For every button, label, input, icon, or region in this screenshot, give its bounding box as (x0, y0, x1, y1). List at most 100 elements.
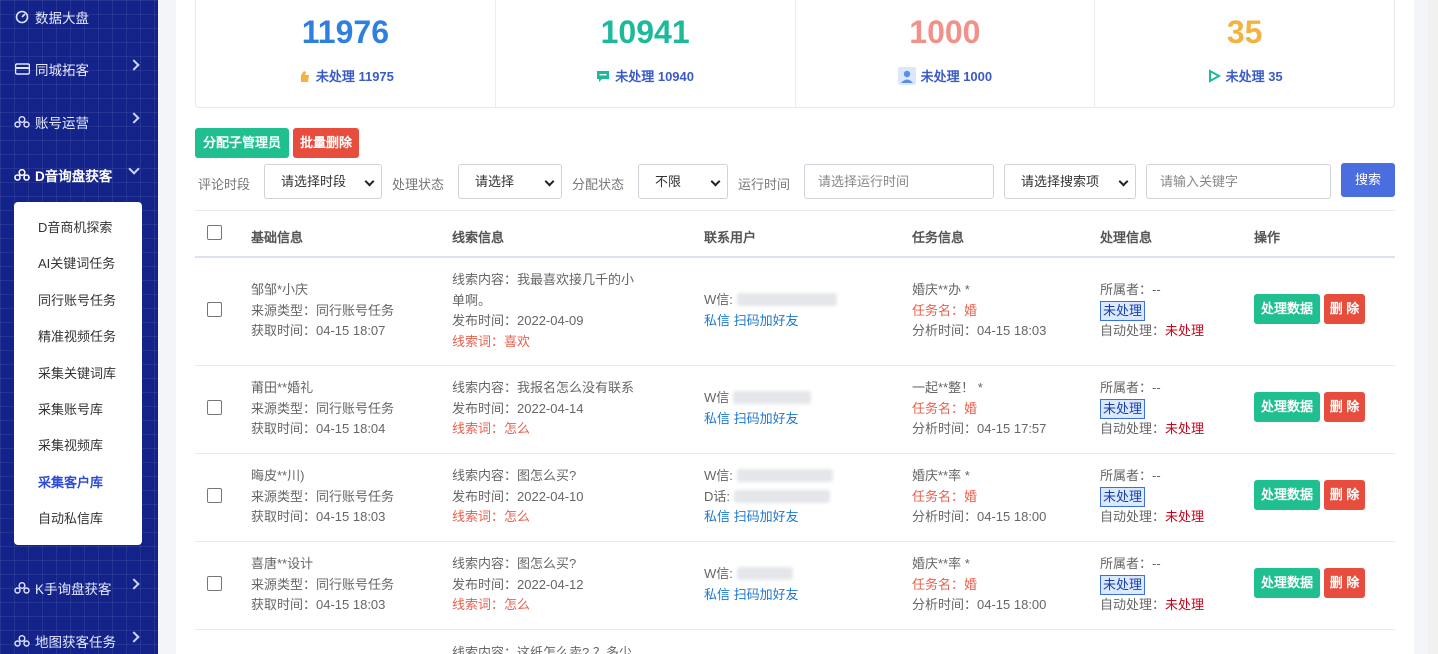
search-item-select[interactable]: 请选择搜索项 (1004, 164, 1136, 199)
users-icon (14, 634, 30, 648)
run-time-input[interactable]: 请选择运行时间 (804, 164, 994, 199)
status-badge: 未处理 (1100, 300, 1146, 321)
source-type: 来源类型：同行账号任务 (251, 400, 395, 416)
row-checkbox[interactable] (207, 488, 222, 503)
lead-keyword: 线索词：怎么 (452, 597, 531, 612)
sidebar-item-d-inquiry[interactable]: D音询盘获客 (0, 160, 158, 190)
users-icon (14, 581, 30, 595)
stat-card: 1000 未处理 1000 (796, 0, 1096, 107)
task-name: 任务名：婚 (912, 576, 978, 592)
basic-info-cell: 莆田**婚礼 来源类型：同行账号任务 获取时间：04-15 18:04 (251, 378, 394, 440)
owner: 所属者：-- (1100, 468, 1161, 483)
task-title: 婚庆**办 * (912, 282, 970, 297)
auto-process-value: 未处理 (1165, 323, 1205, 338)
sidebar-item-dashboard[interactable]: 数据大盘 (0, 2, 158, 32)
submenu-item[interactable]: 采集关键词库 (14, 356, 142, 392)
stat-value: 10941 (600, 14, 690, 50)
dashboard-icon (14, 10, 30, 24)
submenu-item-current[interactable]: 采集客户库 (14, 465, 142, 501)
process-info-cell: 所属者：-- 未处理 自动处理：未处理 (1100, 466, 1204, 528)
task-title: 婚庆**率 * (912, 468, 970, 483)
fetch-time: 获取时间：04-15 18:07 (251, 323, 386, 338)
contact-actions-link[interactable]: 私信 扫码加好友 (704, 311, 837, 332)
row-checkbox[interactable] (207, 576, 222, 591)
submenu-item[interactable]: D音商机探索 (14, 210, 142, 246)
task-name: 任务名：婚 (912, 488, 978, 504)
process-data-button[interactable]: 处理数据 (1254, 480, 1320, 510)
users-icon (14, 115, 30, 129)
chevron-down-icon (128, 163, 140, 175)
process-data-button[interactable]: 处理数据 (1254, 392, 1320, 422)
source-type: 来源类型：同行账号任务 (251, 576, 395, 592)
stat-sub-label: 未处理 11975 (315, 69, 394, 84)
lead-keyword: 线索词：怎么 (452, 509, 531, 524)
chevron-down-icon (710, 176, 721, 187)
stat-sub: 未处理 1000 (796, 66, 1095, 85)
owner: 所属者：-- (1100, 282, 1161, 297)
delete-button[interactable]: 删 除 (1324, 294, 1365, 324)
sidebar: 数据大盘 同城拓客 账号运营 D音询盘获客 D音商机探索 AI关键词任务 同行账… (0, 0, 158, 654)
sidebar-item-label: 地图获客任务 (35, 635, 116, 650)
delete-button[interactable]: 删 除 (1324, 568, 1365, 598)
submenu-item[interactable]: 精准视频任务 (14, 319, 142, 355)
lead-content: 线索内容：图怎么买? (452, 468, 577, 483)
basic-info-cell: 喜唐**设计 来源类型：同行账号任务 获取时间：04-15 18:03 (251, 554, 394, 616)
process-status-select[interactable]: 请选择 (458, 164, 562, 199)
row-checkbox[interactable] (207, 302, 222, 317)
assign-status-select[interactable]: 不限 (638, 164, 728, 199)
search-button[interactable]: 搜索 (1341, 163, 1395, 197)
select-value: 请选择搜索项 (1021, 174, 1100, 189)
sidebar-item-local-leads[interactable]: 同城拓客 (0, 54, 158, 84)
process-data-button[interactable]: 处理数据 (1254, 294, 1320, 324)
lead-name: 邹邹*小庆 (251, 282, 309, 297)
row-checkbox[interactable] (207, 400, 222, 415)
sidebar-item-account-ops[interactable]: 账号运营 (0, 107, 158, 137)
submenu-item[interactable]: 采集账号库 (14, 392, 142, 428)
batch-delete-button[interactable]: 批量删除 (293, 128, 359, 158)
submenu-item[interactable]: 自动私信库 (14, 501, 142, 537)
contact-actions-link[interactable]: 私信 扫码加好友 (704, 585, 799, 606)
lead-keyword: 线索词：喜欢 (452, 333, 531, 349)
process-data-button[interactable]: 处理数据 (1254, 568, 1320, 598)
auto-process-value: 未处理 (1165, 421, 1205, 436)
process-info-cell: 所属者：-- 未处理 自动处理：未处理 (1100, 280, 1204, 342)
submenu-item[interactable]: 采集视频库 (14, 428, 142, 464)
auto-process-label: 自动处理： (1100, 509, 1166, 524)
status-badge: 未处理 (1100, 486, 1146, 507)
contact-actions-link[interactable]: 私信 扫码加好友 (704, 409, 811, 430)
select-all-checkbox[interactable] (207, 225, 222, 240)
delete-button[interactable]: 删 除 (1324, 392, 1365, 422)
blurred-contact (732, 391, 811, 404)
select-value: 请选择 (475, 174, 515, 189)
stat-value: 35 (1226, 14, 1263, 50)
task-info-cell: 婚庆**率 * 任务名：婚 分析时间：04-15 18:00 (912, 466, 1046, 528)
fetch-time: 获取时间：04-15 18:03 (251, 597, 386, 612)
status-badge: 未处理 (1100, 398, 1146, 419)
submenu: D音商机探索 AI关键词任务 同行账号任务 精准视频任务 采集关键词库 采集账号… (14, 202, 142, 545)
fetch-time: 获取时间：04-15 18:03 (251, 509, 386, 524)
scrollbar[interactable] (1428, 0, 1438, 654)
stat-card: 35 未处理 35 (1095, 0, 1394, 107)
status-badge: 未处理 (1100, 574, 1146, 595)
task-info-cell: 婚庆**办 * 任务名：婚 分析时间：04-15 18:03 (912, 280, 1046, 342)
partial-lead-content: 线索内容：这纸怎么卖? ？多少 (452, 645, 632, 654)
assign-admin-button[interactable]: 分配子管理员 (195, 128, 289, 158)
contact-cell: W信: 私信 扫码加好友 (704, 564, 799, 605)
analyze-time: 分析时间：04-15 18:00 (912, 509, 1047, 524)
comment-time-select[interactable]: 请选择时段 (264, 164, 382, 199)
user-icon (897, 67, 916, 85)
contact-actions-link[interactable]: 私信 扫码加好友 (704, 507, 833, 528)
sidebar-item-k-inquiry[interactable]: K手询盘获客 (0, 573, 158, 603)
lead-info-cell: 线索内容：我报名怎么没有联系 发布时间：2022-04-14 线索词：怎么 (452, 378, 634, 440)
play-icon (1208, 69, 1221, 83)
keyword-input[interactable]: 请输入关键字 (1146, 164, 1331, 199)
stat-value: 11976 (301, 14, 389, 50)
delete-button[interactable]: 删 除 (1324, 480, 1365, 510)
table-row: 邹邹*小庆 来源类型：同行账号任务 获取时间：04-15 18:07 线索内容：… (195, 258, 1395, 366)
source-type: 来源类型：同行账号任务 (251, 302, 395, 318)
header-basic-info: 基础信息 (251, 230, 304, 245)
submenu-item[interactable]: AI关键词任务 (14, 246, 142, 282)
sidebar-item-map-tasks[interactable]: 地图获客任务 (0, 626, 158, 654)
submenu-item[interactable]: 同行账号任务 (14, 283, 142, 319)
blurred-contact (736, 469, 833, 482)
